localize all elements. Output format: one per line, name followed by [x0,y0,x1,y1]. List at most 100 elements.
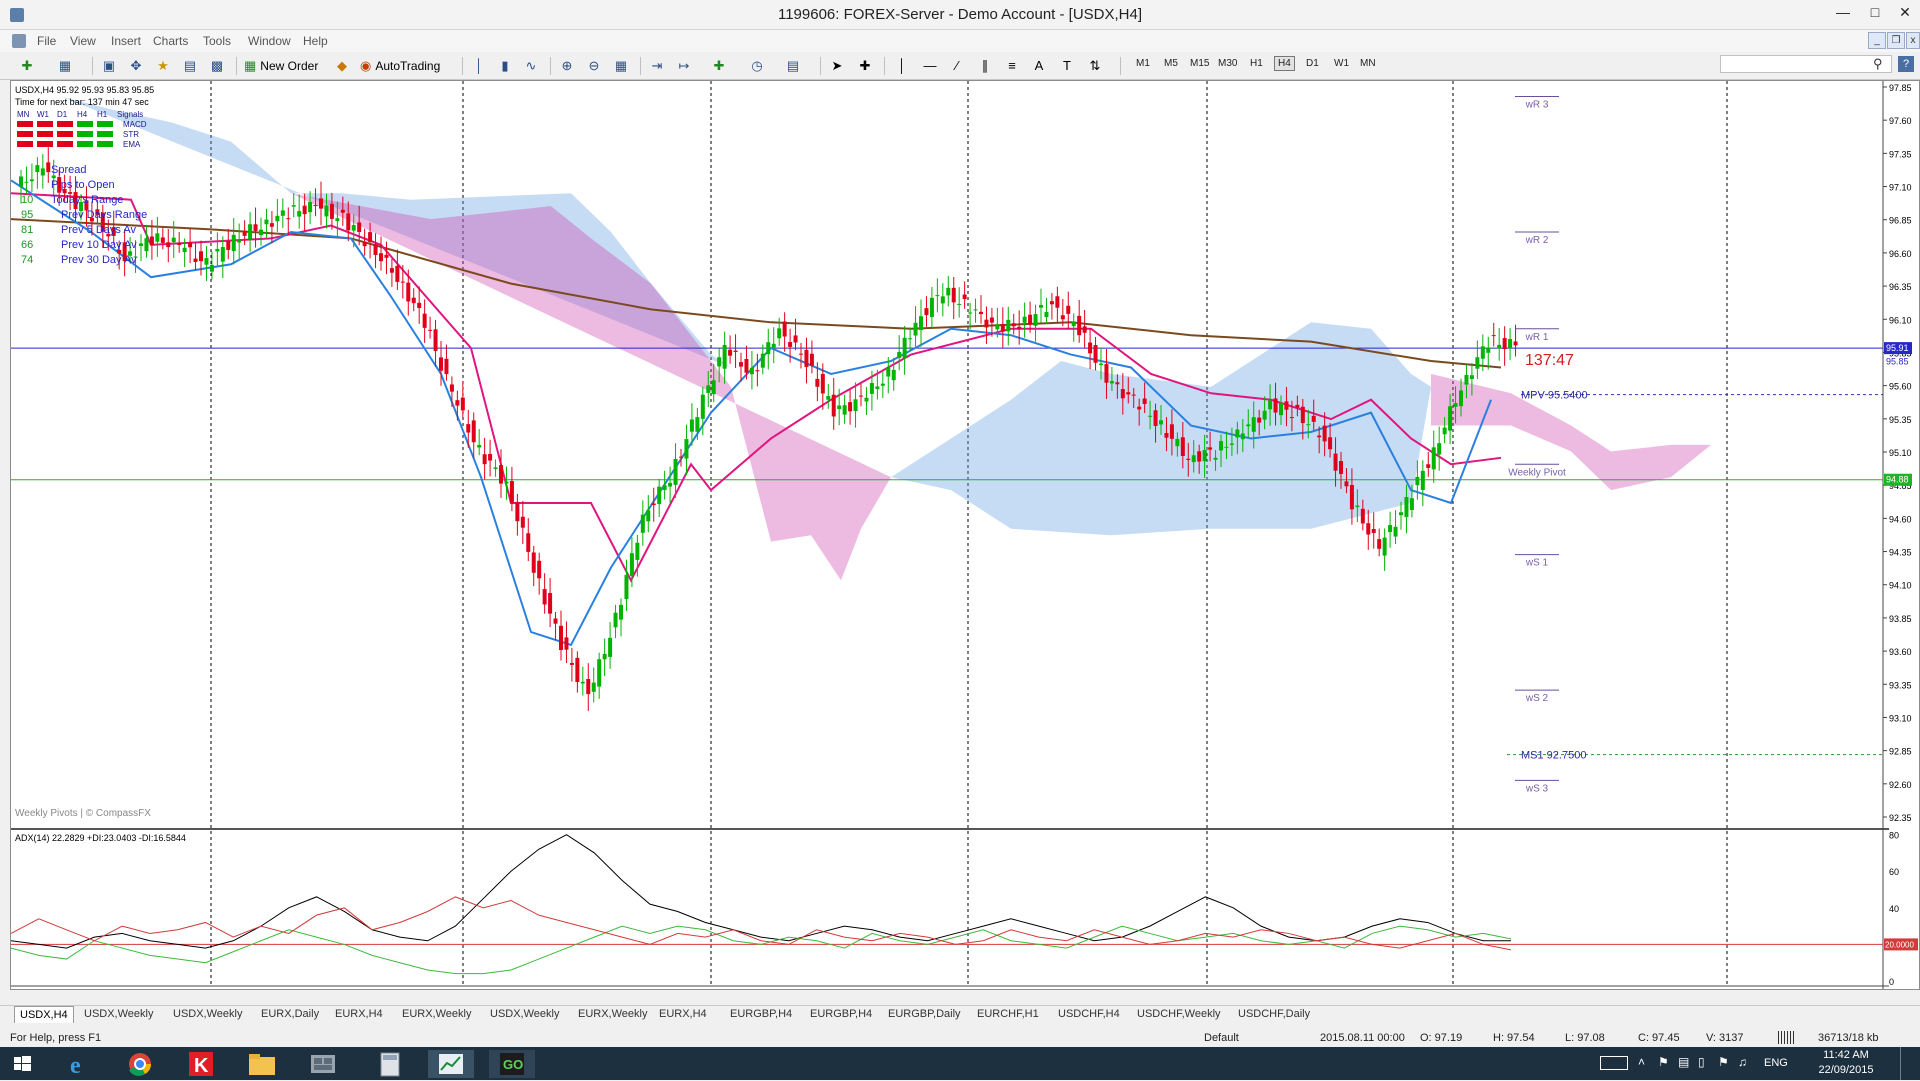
auto-trading-button[interactable]: ◉ AutoTrading [360,56,440,76]
line-chart-icon[interactable]: ∿ [522,57,540,75]
tab-eurx-weekly[interactable]: EURX,Weekly [578,1008,647,1020]
periods-icon[interactable]: ◷ [748,57,766,75]
metatrader-icon[interactable] [428,1050,474,1078]
maximize-button[interactable]: □ [1860,4,1890,24]
price-tick-label: 94.35 [1889,548,1912,558]
chrome-icon[interactable] [117,1050,163,1078]
internet-explorer-icon[interactable]: e [56,1050,102,1079]
tab-eurx-h4[interactable]: EURX,H4 [659,1008,707,1020]
navigator-icon[interactable]: ✥ [127,57,145,75]
timeframe-mn[interactable]: MN [1360,58,1376,69]
signal-cell [77,121,93,127]
menu-file[interactable]: File [37,34,56,48]
menu-help[interactable]: Help [303,34,328,48]
vertical-line-icon[interactable]: │ [893,57,911,75]
timeframe-m30[interactable]: M30 [1218,58,1237,69]
tab-eurgbp-h4[interactable]: EURGBP,H4 [730,1008,792,1020]
candle-body [891,369,896,381]
tab-eurchf-h1[interactable]: EURCHF,H1 [977,1008,1039,1020]
tab-eurgbp-daily[interactable]: EURGBP,Daily [888,1008,961,1020]
timeframe-m15[interactable]: M15 [1190,58,1209,69]
timeframe-m1[interactable]: M1 [1136,58,1150,69]
data-window-icon[interactable]: ★ [154,57,172,75]
close-button[interactable]: ✕ [1890,4,1920,24]
network-app-icon[interactable] [300,1050,346,1078]
start-button[interactable] [2,1050,42,1078]
zoom-in-icon[interactable]: ⊕ [558,57,576,75]
horizontal-line-icon[interactable]: — [921,57,939,75]
fibonacci-icon[interactable]: ≡ [1003,57,1021,75]
language-indicator[interactable]: ENG [1764,1057,1788,1069]
flag-icon[interactable]: ⚑ [1718,1055,1729,1069]
tab-usdx-weekly[interactable]: USDX,Weekly [84,1008,153,1020]
menu-tools[interactable]: Tools [203,34,231,48]
mdi-restore-button[interactable]: ❐ [1887,32,1905,49]
search-icon[interactable]: ⚲ [1873,56,1883,72]
minimize-button[interactable]: — [1828,4,1858,24]
trendline-icon[interactable]: ∕ [948,57,966,75]
timeframe-h4[interactable]: H4 [1274,56,1295,71]
tile-windows-icon[interactable]: ▦ [612,57,630,75]
indicators-icon[interactable]: ✚ [710,57,728,75]
search-input[interactable] [1720,55,1892,73]
cursor-icon[interactable]: ➤ [828,57,846,75]
clock-time[interactable]: 11:42 AM [1808,1049,1884,1061]
tab-usdchf-daily[interactable]: USDCHF,Daily [1238,1008,1310,1020]
tab-eurx-daily[interactable]: EURX,Daily [261,1008,319,1020]
network-icon[interactable]: ▤ [1678,1055,1689,1069]
chart-window[interactable]: wR 3 wR 2 wR 1 Weekly Pivot wS 1 wS 2 wS 3 MPV … [10,80,1920,990]
zoom-out-icon[interactable]: ⊖ [585,57,603,75]
tab-eurx-h4[interactable]: EURX,H4 [335,1008,383,1020]
bar-chart-icon[interactable]: │ [470,57,488,75]
candle-body [1235,429,1240,438]
timeframe-m5[interactable]: M5 [1164,58,1178,69]
tab-usdchf-h4[interactable]: USDCHF,H4 [1058,1008,1120,1020]
tab-usdx-weekly[interactable]: USDX,Weekly [490,1008,559,1020]
templates-icon[interactable]: ▤ [784,57,802,75]
tab-eurx-weekly[interactable]: EURX,Weekly [402,1008,471,1020]
terminal-icon[interactable]: ▤ [181,57,199,75]
tab-usdx-weekly[interactable]: USDX,Weekly [173,1008,242,1020]
timeframe-w1[interactable]: W1 [1334,58,1349,69]
calculator-icon[interactable] [367,1050,413,1078]
menu-window[interactable]: Window [248,34,291,48]
new-chart-icon[interactable]: ✚ [18,57,36,75]
tray-chevron-up-icon[interactable]: ˄ [1638,1055,1645,1069]
profiles-icon[interactable]: ▦ [56,57,74,75]
help-icon[interactable]: ? [1898,56,1914,72]
candlesticks-icon[interactable]: ▮ [496,57,514,75]
volume-icon[interactable]: ♫ [1738,1055,1747,1069]
battery-icon[interactable]: ▯ [1698,1055,1705,1069]
menu-view[interactable]: View [70,34,96,48]
strategy-tester-icon[interactable]: ▩ [208,57,226,75]
signal-cell [77,141,93,147]
tab-usdx-h4[interactable]: USDX,H4 [14,1006,74,1023]
kaspersky-icon[interactable]: K [178,1050,224,1078]
new-order-button[interactable]: ▦ New Order [244,56,318,76]
chart-shift-icon[interactable]: ⇥ [648,57,666,75]
go-app-icon[interactable]: GO [489,1050,535,1078]
mdi-minimize-button[interactable]: _ [1868,32,1886,49]
show-desktop-button[interactable] [1900,1047,1906,1080]
candle-body [1175,438,1180,447]
timeframe-h1[interactable]: H1 [1250,58,1263,69]
channel-icon[interactable]: ∥ [976,57,994,75]
tab-eurgbp-h4[interactable]: EURGBP,H4 [810,1008,872,1020]
mdi-close-button[interactable]: x [1906,32,1920,49]
autoscroll-icon[interactable]: ↦ [675,57,693,75]
crosshair-icon[interactable]: ✚ [856,57,874,75]
arrows-icon[interactable]: ⇅ [1086,57,1104,75]
file-explorer-icon[interactable] [239,1050,285,1078]
keyboard-icon[interactable] [1600,1056,1628,1070]
action-center-icon[interactable]: ⚑ [1658,1055,1669,1069]
market-watch-icon[interactable]: ▣ [100,57,118,75]
chart-canvas[interactable]: wR 3 wR 2 wR 1 Weekly Pivot wS 1 wS 2 wS 3 MPV … [11,81,1919,989]
menu-charts[interactable]: Charts [153,34,188,48]
metaeditor-icon[interactable]: ◆ [333,57,351,75]
clock-date[interactable]: 22/09/2015 [1808,1064,1884,1076]
menu-insert[interactable]: Insert [111,34,141,48]
text-icon[interactable]: A [1030,57,1048,75]
text-label-icon[interactable]: T [1058,57,1076,75]
tab-usdchf-weekly[interactable]: USDCHF,Weekly [1137,1008,1221,1020]
timeframe-d1[interactable]: D1 [1306,58,1319,69]
